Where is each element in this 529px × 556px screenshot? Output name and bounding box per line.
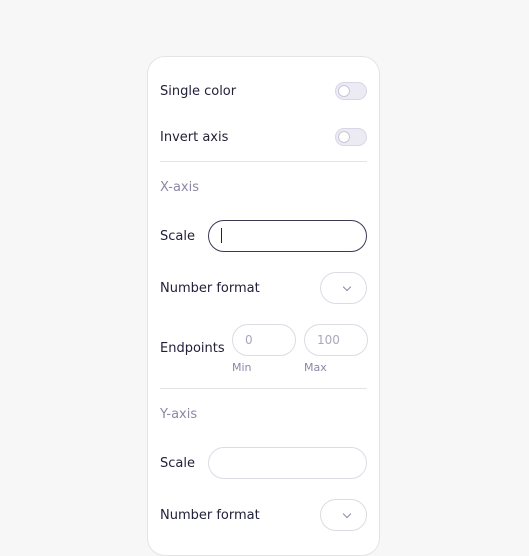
divider	[160, 161, 367, 162]
x-number-format-row: Number format	[160, 272, 367, 304]
x-axis-header: X-axis	[160, 177, 367, 197]
y-scale-row: Scale	[160, 447, 367, 479]
x-scale-input[interactable]	[208, 220, 367, 252]
x-axis-title: X-axis	[160, 179, 199, 195]
single-color-label: Single color	[160, 83, 237, 99]
invert-axis-label: Invert axis	[160, 129, 229, 145]
toggle-knob	[338, 85, 350, 97]
x-scale-row: Scale	[160, 220, 367, 252]
x-scale-label: Scale	[160, 228, 195, 244]
x-min-caption: Min	[232, 361, 252, 374]
text-caret	[221, 228, 222, 243]
y-axis-title: Y-axis	[160, 406, 198, 422]
x-endpoints-row: Endpoints Min Max	[160, 324, 368, 384]
divider	[160, 388, 367, 389]
invert-axis-row: Invert axis	[160, 125, 367, 149]
x-min-input[interactable]	[232, 324, 296, 356]
chevron-down-icon	[342, 282, 352, 292]
x-number-format-label: Number format	[160, 280, 260, 296]
y-number-format-row: Number format	[160, 499, 367, 531]
x-number-format-select[interactable]	[320, 272, 367, 304]
single-color-toggle[interactable]	[335, 82, 367, 100]
x-scale-field	[208, 220, 367, 252]
x-endpoints-label: Endpoints	[160, 341, 225, 356]
toggle-knob	[338, 131, 350, 143]
y-number-format-label: Number format	[160, 507, 260, 523]
y-scale-input[interactable]	[208, 447, 367, 479]
y-number-format-select[interactable]	[320, 499, 367, 531]
x-max-input[interactable]	[304, 324, 368, 356]
x-max-caption: Max	[304, 361, 327, 374]
chart-settings-panel: Single color Invert axis X-axis Scale Nu…	[147, 56, 380, 556]
y-axis-header: Y-axis	[160, 404, 367, 424]
y-scale-label: Scale	[160, 455, 195, 471]
chevron-down-icon	[342, 509, 352, 519]
single-color-row: Single color	[160, 79, 367, 103]
invert-axis-toggle[interactable]	[335, 128, 367, 146]
